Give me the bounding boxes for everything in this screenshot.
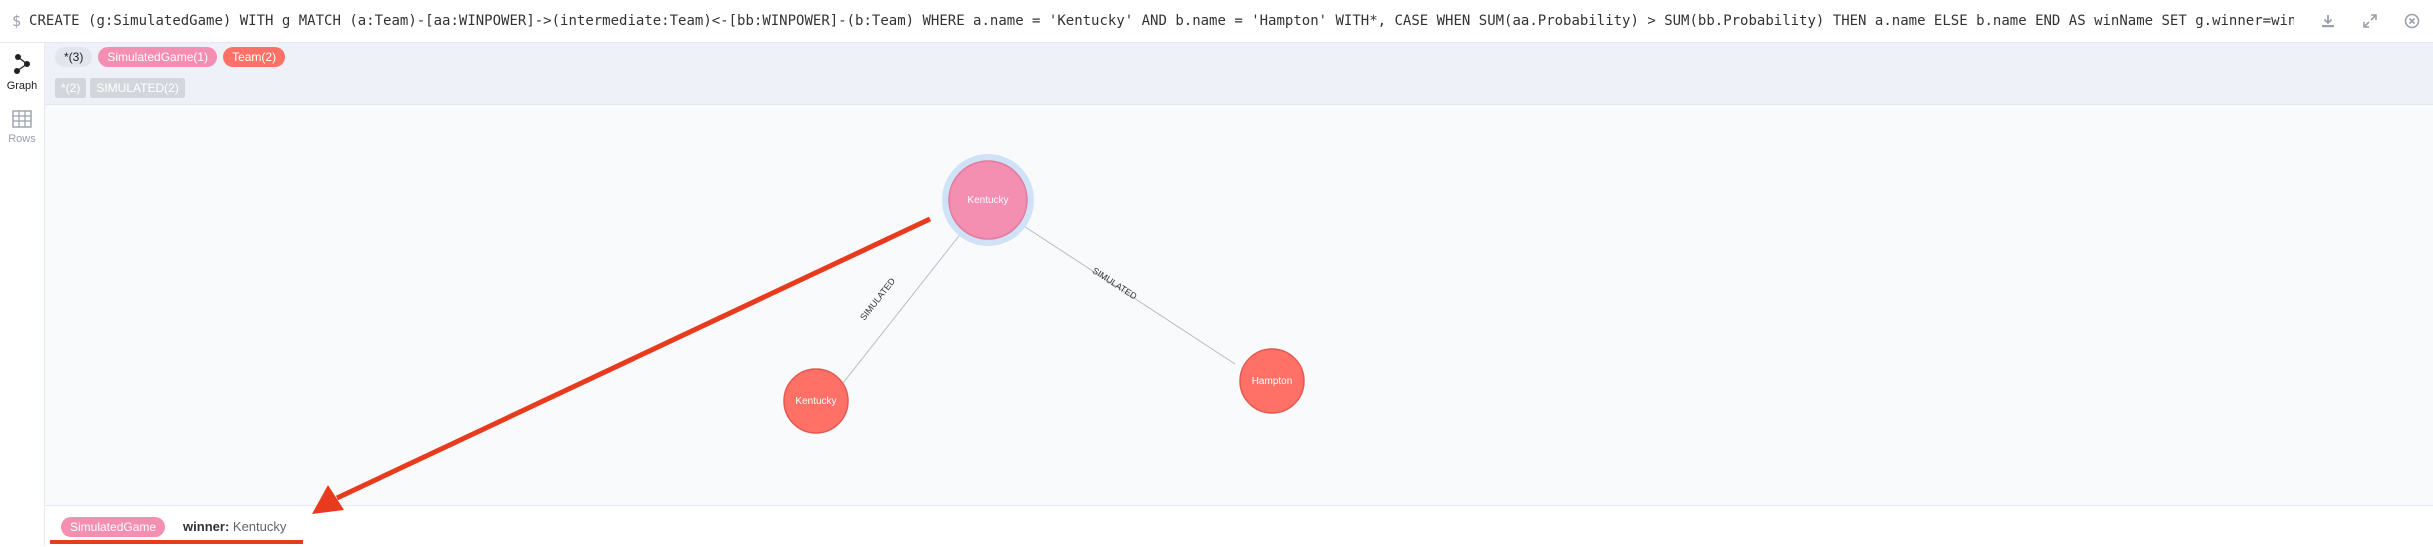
node-simulated-game[interactable]: Kentucky	[942, 154, 1034, 246]
property-value: Kentucky	[232, 519, 287, 534]
inspector-property: winner: Kentucky	[183, 519, 286, 534]
inspector-label-pill[interactable]: SimulatedGame	[61, 516, 166, 537]
property-key: winner:	[183, 519, 230, 534]
result-frame: *(3) SimulatedGame(1) Team(2) *(2) SIMUL…	[45, 43, 2433, 547]
rel-tag-all[interactable]: *(2)	[55, 77, 87, 98]
download-icon[interactable]	[2307, 0, 2349, 42]
view-switcher: Graph Rows	[0, 43, 45, 546]
edge-label: SIMULATED	[1091, 265, 1140, 301]
graph-canvas[interactable]: SIMULATED SIMULATED Kentucky Kentucky Ha…	[45, 105, 2433, 505]
node-label: Kentucky	[795, 396, 836, 407]
expand-icon[interactable]	[2349, 0, 2391, 42]
label-pill-simulated-game[interactable]: SimulatedGame(1)	[98, 47, 218, 67]
graph-icon	[14, 54, 30, 74]
close-icon[interactable]	[2391, 0, 2433, 42]
label-pill-team[interactable]: Team(2)	[223, 47, 286, 67]
query-text[interactable]: CREATE (g:SimulatedGame) WITH g MATCH (a…	[29, 13, 2294, 29]
node-label: Kentucky	[967, 195, 1008, 206]
sidebar-item-rows[interactable]: Rows	[0, 110, 44, 145]
edge-label: SIMULATED	[858, 276, 897, 323]
sidebar-item-label: Rows	[8, 133, 36, 145]
frame-actions	[2307, 0, 2433, 42]
inspector-panel: SimulatedGame winner: Kentucky	[45, 505, 2433, 547]
annotation-underline	[50, 540, 303, 544]
node-label-legend: *(3) SimulatedGame(1) Team(2)	[45, 43, 2433, 71]
node-team-hampton[interactable]: Hampton	[1239, 348, 1305, 414]
label-pill-all[interactable]: *(3)	[55, 47, 93, 67]
node-label: Hampton	[1252, 376, 1293, 387]
sidebar-item-graph[interactable]: Graph	[0, 53, 44, 92]
query-bar: $ CREATE (g:SimulatedGame) WITH g MATCH …	[0, 0, 2433, 43]
sidebar-item-label: Graph	[6, 80, 38, 92]
relationship-legend: *(2) SIMULATED(2)	[45, 71, 2433, 105]
node-team-kentucky[interactable]: Kentucky	[783, 368, 849, 434]
edge-simulated-2[interactable]: SIMULATED	[1009, 216, 1236, 365]
prompt-symbol: $	[12, 12, 22, 30]
rel-tag-simulated[interactable]: SIMULATED(2)	[90, 77, 185, 98]
table-icon	[12, 110, 32, 128]
